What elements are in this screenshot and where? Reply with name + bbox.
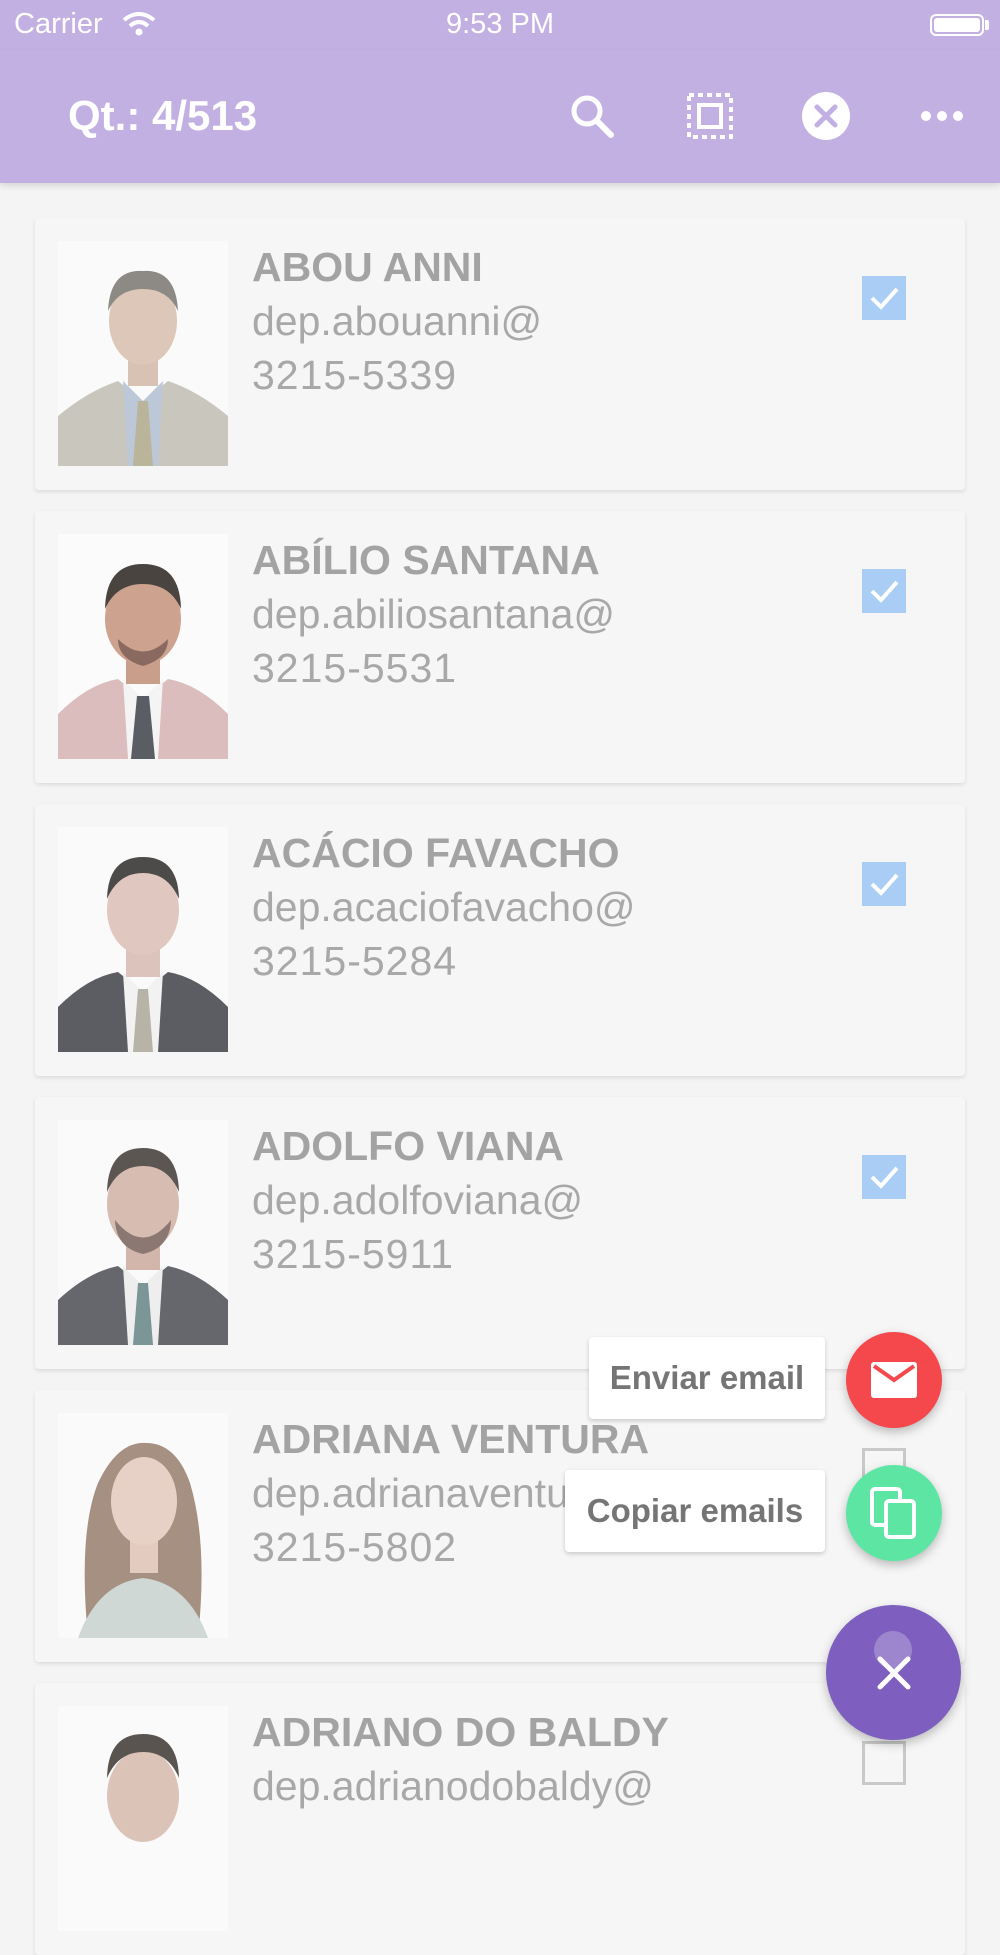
contact-card[interactable]: ABÍLIO SANTANA dep.abiliosantana@ 3215-5… [35, 511, 965, 783]
select-all-icon[interactable] [678, 84, 742, 148]
contact-card[interactable]: ABOU ANNI dep.abouanni@ 3215-5339 [35, 218, 965, 490]
contact-name: ADOLFO VIANA [252, 1123, 565, 1169]
checkmark-icon [870, 287, 899, 310]
checkmark-icon [870, 1166, 899, 1189]
contact-photo [58, 827, 228, 1052]
contact-email: dep.abiliosantana@ [252, 591, 616, 637]
selection-count-title: Qt.: 4/513 [68, 92, 258, 139]
close-menu-button[interactable] [826, 1605, 961, 1740]
app-bar: Qt.: 4/513 [0, 50, 1000, 183]
contact-photo [58, 1413, 228, 1638]
contact-name: ABÍLIO SANTANA [252, 537, 600, 583]
contact-email: dep.acaciofavacho@ [252, 884, 636, 930]
copy-emails-button[interactable] [846, 1465, 942, 1561]
select-checkbox[interactable] [862, 569, 906, 613]
status-bar: Carrier 9:53 PM [0, 0, 1000, 50]
checkmark-icon [870, 873, 899, 896]
contact-card[interactable]: ADOLFO VIANA dep.adolfoviana@ 3215-5911 [35, 1097, 965, 1369]
clock: 9:53 PM [446, 8, 554, 40]
contact-email: dep.adolfoviana@ [252, 1177, 584, 1223]
select-checkbox[interactable] [862, 862, 906, 906]
mail-icon [871, 1362, 917, 1398]
contact-phone: 3215-5802 [252, 1524, 458, 1570]
contact-name: ADRIANO DO BALDY [252, 1709, 669, 1755]
contact-photo [58, 1706, 228, 1931]
copy-icon [870, 1487, 916, 1539]
contact-name: ABOU ANNI [252, 244, 483, 290]
contact-card[interactable]: ADRIANO DO BALDY dep.adrianodobaldy@ [35, 1683, 965, 1955]
contact-name: ACÁCIO FAVACHO [252, 830, 620, 876]
select-checkbox[interactable] [862, 1155, 906, 1199]
contact-photo [58, 1120, 228, 1345]
contact-card[interactable]: ACÁCIO FAVACHO dep.acaciofavacho@ 3215-5… [35, 804, 965, 1076]
contact-phone: 3215-5911 [252, 1231, 455, 1277]
search-icon[interactable] [560, 84, 624, 148]
send-email-label[interactable]: Enviar email [589, 1337, 825, 1419]
select-checkbox[interactable] [862, 1741, 906, 1785]
contact-email: dep.adrianodobaldy@ [252, 1763, 654, 1809]
send-email-button[interactable] [846, 1332, 942, 1428]
touch-ripple [874, 1631, 912, 1669]
more-options-icon[interactable] [910, 84, 974, 148]
contact-phone: 3215-5531 [252, 645, 458, 691]
contact-phone: 3215-5339 [252, 352, 458, 398]
select-checkbox[interactable] [862, 276, 906, 320]
contact-card[interactable]: ADRIANA VENTURA dep.adrianaventura@ 3215… [35, 1390, 965, 1662]
battery-tip [985, 20, 989, 30]
contact-photo [58, 241, 228, 466]
contact-phone: 3215-5284 [252, 938, 458, 984]
contact-email: dep.abouanni@ [252, 298, 543, 344]
checkmark-icon [870, 580, 899, 603]
battery-icon [930, 14, 984, 36]
contact-photo [58, 534, 228, 759]
contact-name: ADRIANA VENTURA [252, 1416, 650, 1462]
copy-emails-label[interactable]: Copiar emails [565, 1470, 825, 1552]
clear-selection-icon[interactable] [794, 84, 858, 148]
